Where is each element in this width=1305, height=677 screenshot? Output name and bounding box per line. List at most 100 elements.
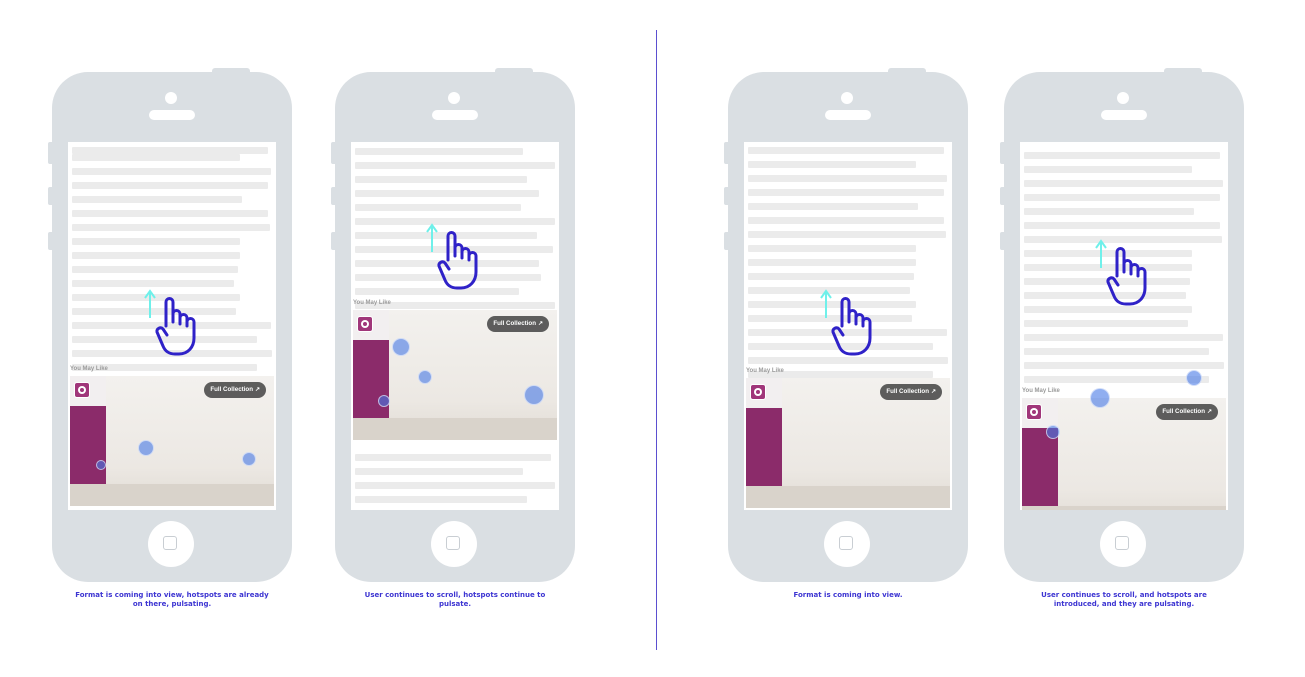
speaker-slot <box>432 110 478 120</box>
placeholder-line <box>72 154 240 161</box>
camera-dot <box>448 92 460 104</box>
placeholder-line <box>748 357 948 364</box>
placeholder-line <box>748 245 916 252</box>
placeholder-line <box>72 196 242 203</box>
placeholder-line <box>355 454 551 461</box>
ad-unit[interactable]: You May Like Full Collection ↗ <box>1022 388 1226 510</box>
caption-step-3: Format is coming into view. <box>793 591 903 599</box>
camera-dot <box>841 92 853 104</box>
home-button-icon <box>1100 521 1146 567</box>
caption-step-2: User continues to scroll, hotspots conti… <box>364 591 546 608</box>
placeholder-line <box>72 238 240 245</box>
home-button-icon <box>824 521 870 567</box>
pulsating-hotspot[interactable] <box>96 460 106 470</box>
placeholder-line <box>748 175 947 182</box>
home-button-icon <box>148 521 194 567</box>
placeholder-line <box>748 147 944 154</box>
placeholder-line <box>748 189 944 196</box>
hand-pointer-icon <box>437 231 478 290</box>
home-button-icon <box>431 521 477 567</box>
placeholder-line <box>1024 152 1220 159</box>
pulsating-hotspot[interactable] <box>392 338 410 356</box>
scroll-gesture-4 <box>1095 239 1147 306</box>
pulsating-hotspot[interactable] <box>418 370 432 384</box>
external-link-icon: ↗ <box>1206 409 1212 415</box>
placeholder-line <box>1024 180 1223 187</box>
placeholder-line <box>355 468 523 475</box>
scroll-up-arrow-icon <box>426 223 438 252</box>
hand-pointer-icon <box>155 297 196 356</box>
placeholder-line <box>355 190 539 197</box>
scroll-up-arrow-icon <box>1095 239 1107 268</box>
ad-unit[interactable]: You May Like Full Collection ↗ <box>746 368 950 508</box>
caption-step-1: Format is coming into view, hotspots are… <box>75 591 269 608</box>
pulsating-hotspot[interactable] <box>378 395 390 407</box>
brand-logo <box>357 316 373 332</box>
full-collection-button[interactable]: Full Collection ↗ <box>487 316 549 332</box>
placeholder-line <box>355 148 523 155</box>
placeholder-line <box>1024 208 1194 215</box>
placeholder-line <box>1024 376 1209 383</box>
ad-label-you-may-like: You May Like <box>1022 388 1060 394</box>
pulsating-hotspot[interactable] <box>524 385 544 405</box>
phone-mockup-4: You May Like Full Collection ↗ <box>1000 68 1244 582</box>
external-link-icon: ↗ <box>930 389 936 395</box>
scroll-gesture-1 <box>144 289 196 356</box>
external-link-icon: ↗ <box>537 321 543 327</box>
external-link-icon: ↗ <box>254 387 260 393</box>
placeholder-line <box>355 204 521 211</box>
hand-pointer-icon <box>1106 247 1147 306</box>
placeholder-line <box>748 259 916 266</box>
placeholder-line <box>72 210 268 217</box>
ad-unit[interactable]: You May Like Full Collection ↗ <box>70 366 274 506</box>
brand-logo <box>750 384 766 400</box>
full-collection-label: Full Collection <box>1162 408 1205 415</box>
placeholder-line <box>72 182 268 189</box>
full-collection-button[interactable]: Full Collection ↗ <box>880 384 942 400</box>
brand-logo <box>74 382 90 398</box>
placeholder-line <box>1024 348 1209 355</box>
placeholder-line <box>72 252 240 259</box>
placeholder-line <box>748 217 944 224</box>
scroll-gesture-3 <box>820 289 872 356</box>
pulsating-hotspot[interactable] <box>138 440 154 456</box>
placeholder-line <box>72 266 238 273</box>
section-divider <box>656 30 657 650</box>
full-collection-button[interactable]: Full Collection ↗ <box>204 382 266 398</box>
camera-dot <box>1117 92 1129 104</box>
placeholder-line <box>72 147 268 154</box>
pulsating-hotspot[interactable] <box>242 452 256 466</box>
placeholder-line <box>748 273 914 280</box>
ad-label-you-may-like: You May Like <box>746 368 784 374</box>
speaker-slot <box>149 110 195 120</box>
placeholder-line <box>1024 222 1220 229</box>
placeholder-line <box>1024 334 1223 341</box>
placeholder-line <box>1024 194 1220 201</box>
placeholder-line <box>1024 320 1188 327</box>
speaker-slot <box>825 110 871 120</box>
placeholder-line <box>1024 166 1192 173</box>
placeholder-line <box>748 231 946 238</box>
pulsating-hotspot[interactable] <box>1090 388 1110 408</box>
camera-dot <box>165 92 177 104</box>
placeholder-line <box>355 176 527 183</box>
full-collection-label: Full Collection <box>493 320 536 327</box>
placeholder-line <box>72 280 234 287</box>
hand-pointer-icon <box>831 297 872 356</box>
placeholder-line <box>748 161 916 168</box>
full-collection-label: Full Collection <box>210 386 253 393</box>
scroll-gesture-2 <box>426 223 478 290</box>
ad-label-you-may-like: You May Like <box>70 366 108 372</box>
placeholder-line <box>748 203 918 210</box>
pulsating-hotspot[interactable] <box>1186 370 1202 386</box>
scroll-up-arrow-icon <box>820 289 832 318</box>
placeholder-line <box>355 482 555 489</box>
placeholder-line <box>72 224 270 231</box>
pulsating-hotspot[interactable] <box>1046 425 1060 439</box>
full-collection-button[interactable]: Full Collection ↗ <box>1156 404 1218 420</box>
full-collection-label: Full Collection <box>886 388 929 395</box>
ad-unit[interactable]: You May Like Full Collection ↗ <box>353 300 557 440</box>
placeholder-line <box>1024 362 1224 369</box>
caption-step-4: User continues to scroll, and hotspots a… <box>1041 591 1207 608</box>
scroll-up-arrow-icon <box>144 289 156 318</box>
